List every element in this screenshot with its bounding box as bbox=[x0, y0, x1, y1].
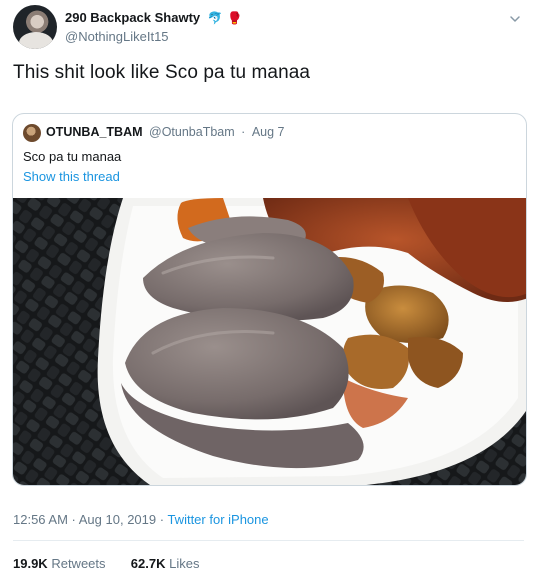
quoted-author-name[interactable]: OTUNBA_TBAM bbox=[46, 125, 143, 139]
quoted-handle: @OtunbaTbam bbox=[149, 125, 235, 139]
author-name-text: 290 Backpack Shawty bbox=[65, 10, 201, 25]
quoted-separator: · bbox=[241, 125, 246, 139]
tweet-timestamp: 12:56 AM · Aug 10, 2019 · Twitter for iP… bbox=[13, 512, 269, 527]
avatar-figure bbox=[19, 32, 53, 49]
divider bbox=[13, 540, 524, 541]
quoted-tweet[interactable]: OTUNBA_TBAM @OtunbaTbam · Aug 7 Sco pa t… bbox=[12, 113, 527, 486]
avatar[interactable] bbox=[13, 5, 57, 49]
quoted-text: Sco pa tu manaa bbox=[23, 149, 122, 164]
food-plate-illustration bbox=[13, 198, 526, 485]
author-display-name[interactable]: 290 Backpack Shawty 🐬 🥊 bbox=[65, 10, 242, 25]
likes-stat[interactable]: 62.7K Likes bbox=[131, 556, 200, 571]
quoted-date[interactable]: Aug 7 bbox=[252, 125, 285, 139]
source-link[interactable]: Twitter for iPhone bbox=[167, 512, 268, 527]
retweets-count: 19.9K bbox=[13, 556, 48, 571]
quoted-header: OTUNBA_TBAM @OtunbaTbam · Aug 7 bbox=[46, 125, 284, 139]
chevron-down-icon[interactable] bbox=[508, 12, 522, 26]
timestamp-text[interactable]: 12:56 AM · Aug 10, 2019 · bbox=[13, 512, 164, 527]
author-handle[interactable]: @NothingLikeIt15 bbox=[65, 29, 169, 44]
retweets-stat[interactable]: 19.9K Retweets bbox=[13, 556, 106, 571]
quoted-avatar[interactable] bbox=[23, 124, 41, 142]
tweet-text: This shit look like Sco pa tu manaa bbox=[13, 62, 311, 83]
show-thread-link[interactable]: Show this thread bbox=[23, 169, 120, 184]
tweet-card: 290 Backpack Shawty 🐬 🥊 @NothingLikeIt15… bbox=[0, 0, 537, 575]
retweets-label: Retweets bbox=[51, 556, 106, 571]
likes-count: 62.7K bbox=[130, 556, 166, 571]
quoted-photo[interactable] bbox=[13, 198, 526, 485]
dolphin-emoji-icon: 🐬 bbox=[207, 11, 223, 25]
likes-label: Likes bbox=[169, 556, 200, 571]
engagement-stats: 19.9K Retweets 62.7K Likes bbox=[13, 556, 199, 571]
boxing-glove-emoji-icon: 🥊 bbox=[227, 11, 243, 25]
